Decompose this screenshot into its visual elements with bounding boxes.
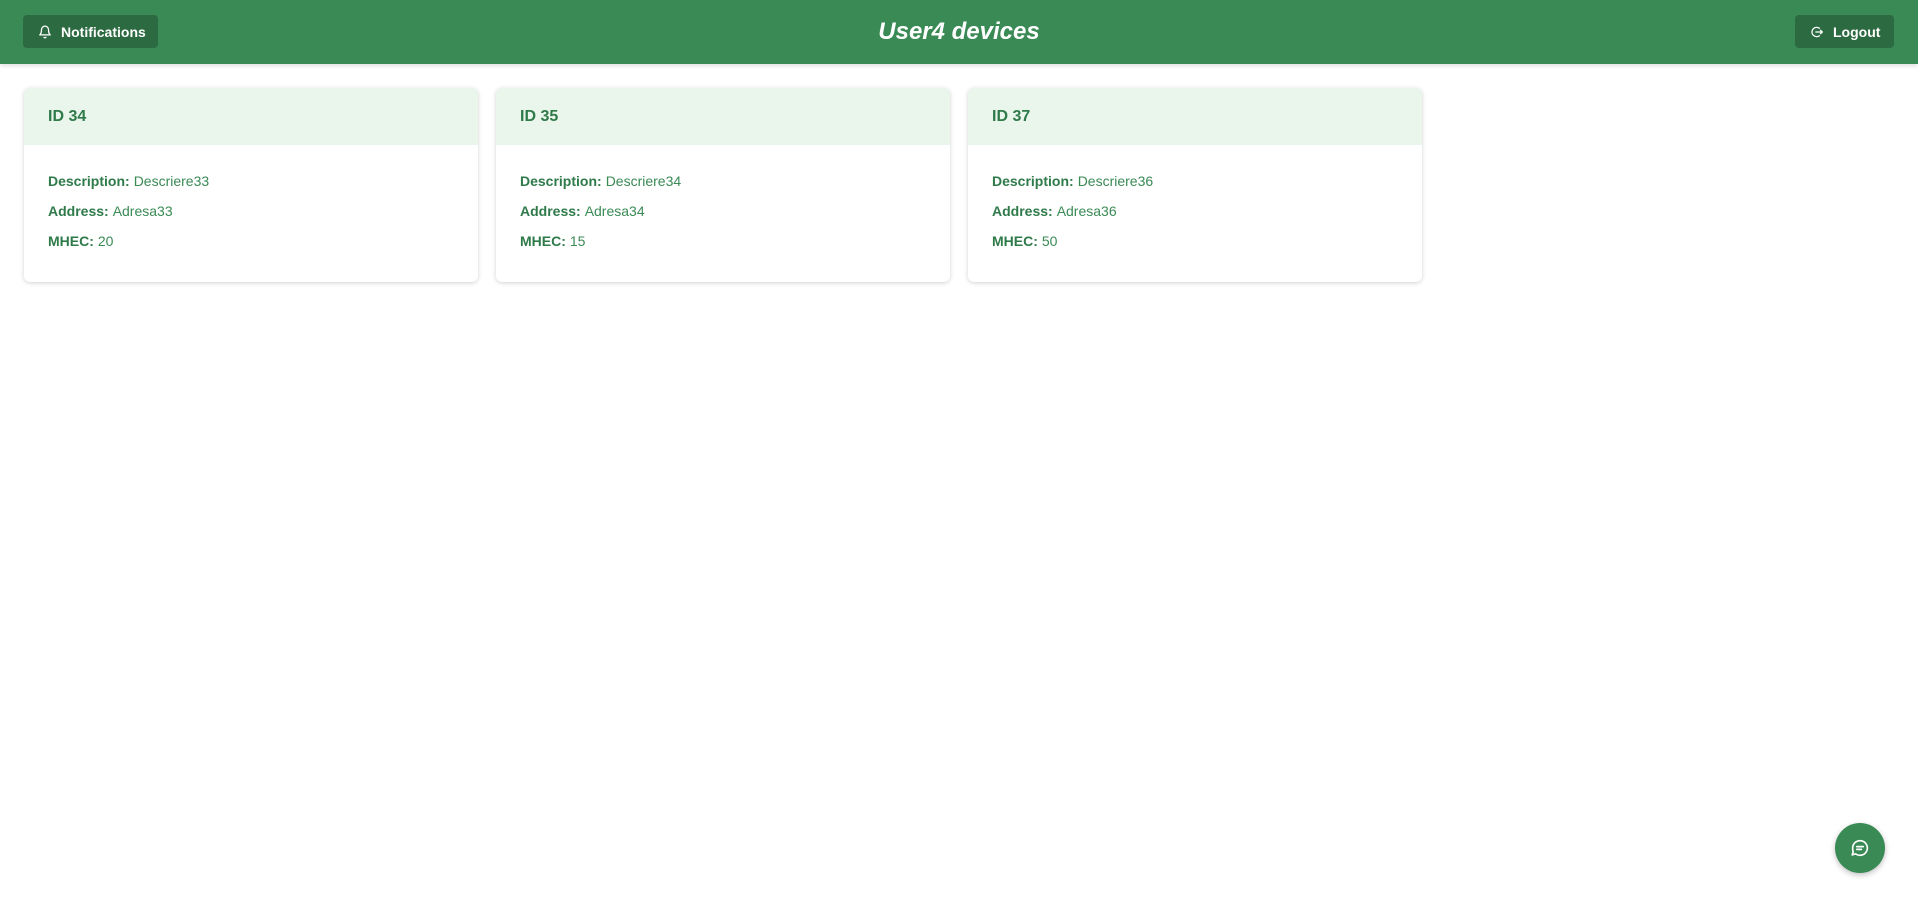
- device-address: Address: Adresa34: [520, 201, 926, 231]
- description-value: Descriere33: [133, 173, 210, 189]
- logout-button[interactable]: Logout: [1795, 15, 1894, 48]
- device-id: ID 37: [968, 88, 1422, 145]
- device-id: ID 34: [24, 88, 478, 145]
- device-card: ID 37 Description: Descriere36 Address: Ad…: [968, 88, 1422, 282]
- device-description: Description: Descriere33: [48, 171, 454, 201]
- description-label: Description:: [48, 173, 130, 189]
- description-value: Descriere36: [1077, 173, 1154, 189]
- device-description: Description: Descriere36: [992, 171, 1398, 201]
- description-label: Description:: [520, 173, 602, 189]
- chat-icon: [1849, 837, 1871, 859]
- logout-label: Logout: [1833, 23, 1881, 40]
- address-label: Address:: [992, 203, 1053, 219]
- device-description: Description: Descriere34: [520, 171, 926, 201]
- top-bar: Notifications User4 devices Logout: [0, 0, 1918, 64]
- device-card: ID 35 Description: Descriere34 Address: Ad…: [496, 88, 950, 282]
- mhec-value: 15: [569, 233, 586, 249]
- device-address: Address: Adresa36: [992, 201, 1398, 231]
- page-title: User4 devices: [878, 18, 1040, 45]
- address-value: Adresa36: [1056, 203, 1117, 219]
- device-address: Address: Adresa33: [48, 201, 454, 231]
- description-value: Descriere34: [605, 173, 682, 189]
- mhec-label: MHEC:: [992, 233, 1038, 249]
- notifications-button[interactable]: Notifications: [23, 15, 158, 48]
- address-label: Address:: [48, 203, 109, 219]
- description-label: Description:: [992, 173, 1074, 189]
- device-mhec: MHEC: 15: [520, 231, 926, 261]
- device-id: ID 35: [496, 88, 950, 145]
- chat-button[interactable]: [1835, 823, 1885, 873]
- address-value: Adresa34: [584, 203, 645, 219]
- device-card: ID 34 Description: Descriere33 Address: Ad…: [24, 88, 478, 282]
- address-value: Adresa33: [112, 203, 173, 219]
- mhec-value: 20: [97, 233, 114, 249]
- device-mhec: MHEC: 50: [992, 231, 1398, 261]
- address-label: Address:: [520, 203, 581, 219]
- mhec-label: MHEC:: [48, 233, 94, 249]
- device-list: ID 34 Description: Descriere33 Address: Ad…: [24, 88, 1422, 282]
- mhec-value: 50: [1041, 233, 1058, 249]
- logout-icon: [1810, 25, 1824, 39]
- device-mhec: MHEC: 20: [48, 231, 454, 261]
- mhec-label: MHEC:: [520, 233, 566, 249]
- bell-icon: [38, 25, 52, 39]
- notifications-label: Notifications: [61, 23, 146, 40]
